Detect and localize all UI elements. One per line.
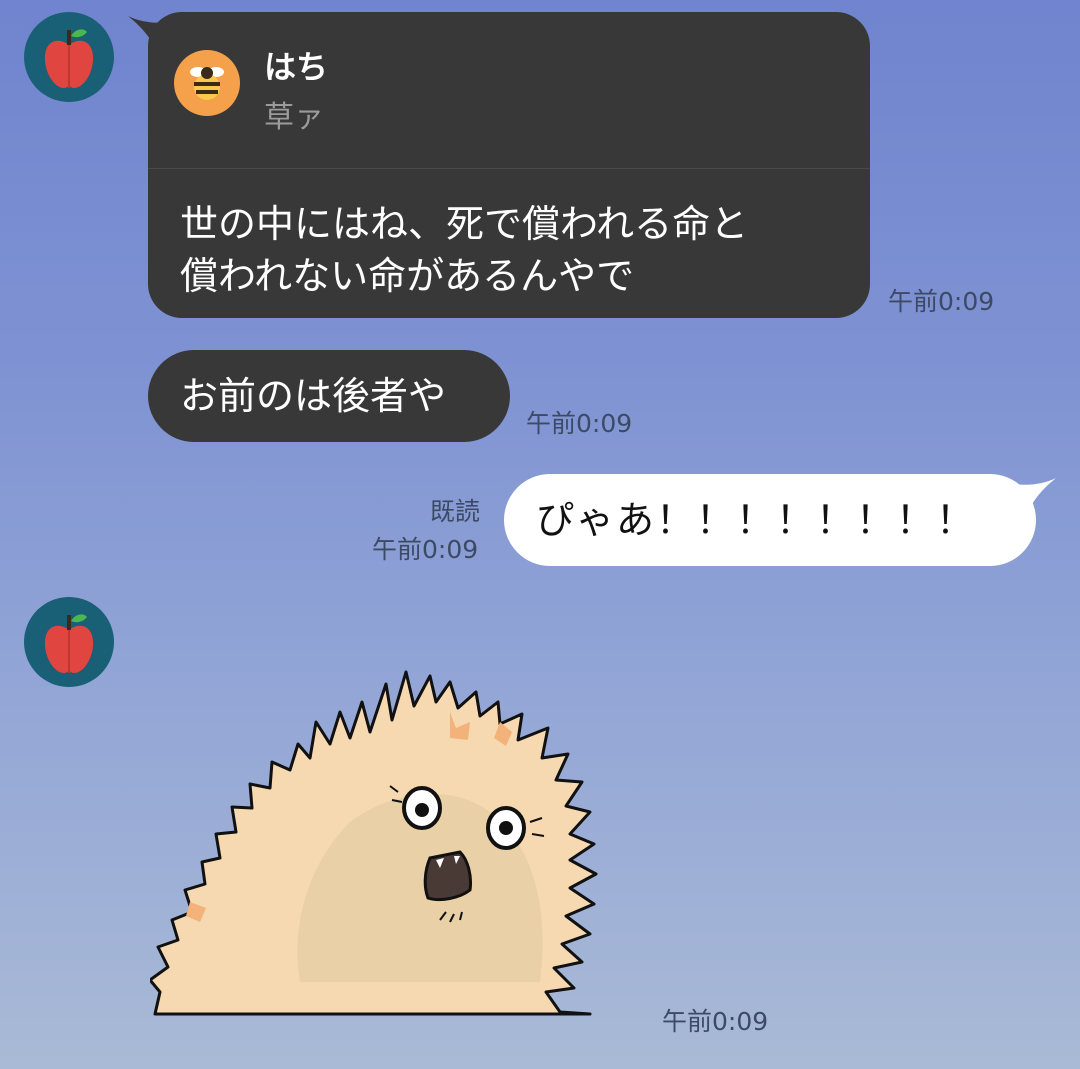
apple-icon	[44, 29, 94, 88]
message-text: お前のは後者や	[180, 374, 447, 418]
read-receipt: 既読	[430, 497, 481, 526]
timestamp: 午前0:09	[526, 409, 633, 438]
message-text: 世の中にはね、死で償われる命と 償われない命があるんやで	[180, 198, 840, 302]
bee-icon	[174, 50, 240, 116]
reply-quoted-text: 草ァ	[264, 100, 324, 135]
avatar[interactable]	[24, 597, 114, 687]
timestamp: 午前0:09	[888, 287, 995, 316]
shocked-fluffy-creature-sticker[interactable]	[150, 662, 620, 1022]
avatar[interactable]	[24, 12, 114, 102]
apple-icon	[44, 614, 94, 673]
message-bubble[interactable]: お前のは後者や	[148, 350, 510, 442]
message-text-line: 償われない命があるんやで	[180, 254, 635, 298]
reply-message-bubble[interactable]: はち 草ァ 世の中にはね、死で償われる命と 償われない命があるんやで	[148, 12, 870, 318]
my-message-bubble[interactable]: ぴゃあ！！！！！！！！	[504, 474, 1036, 566]
reply-sender-name: はち	[264, 48, 329, 86]
message-text-line: 世の中にはね、死で償われる命と	[180, 202, 749, 246]
timestamp: 午前0:09	[662, 1007, 769, 1036]
message-text: ぴゃあ！！！！！！！！	[536, 498, 977, 542]
reply-preview[interactable]: はち 草ァ	[148, 12, 870, 169]
timestamp: 午前0:09	[372, 535, 479, 564]
